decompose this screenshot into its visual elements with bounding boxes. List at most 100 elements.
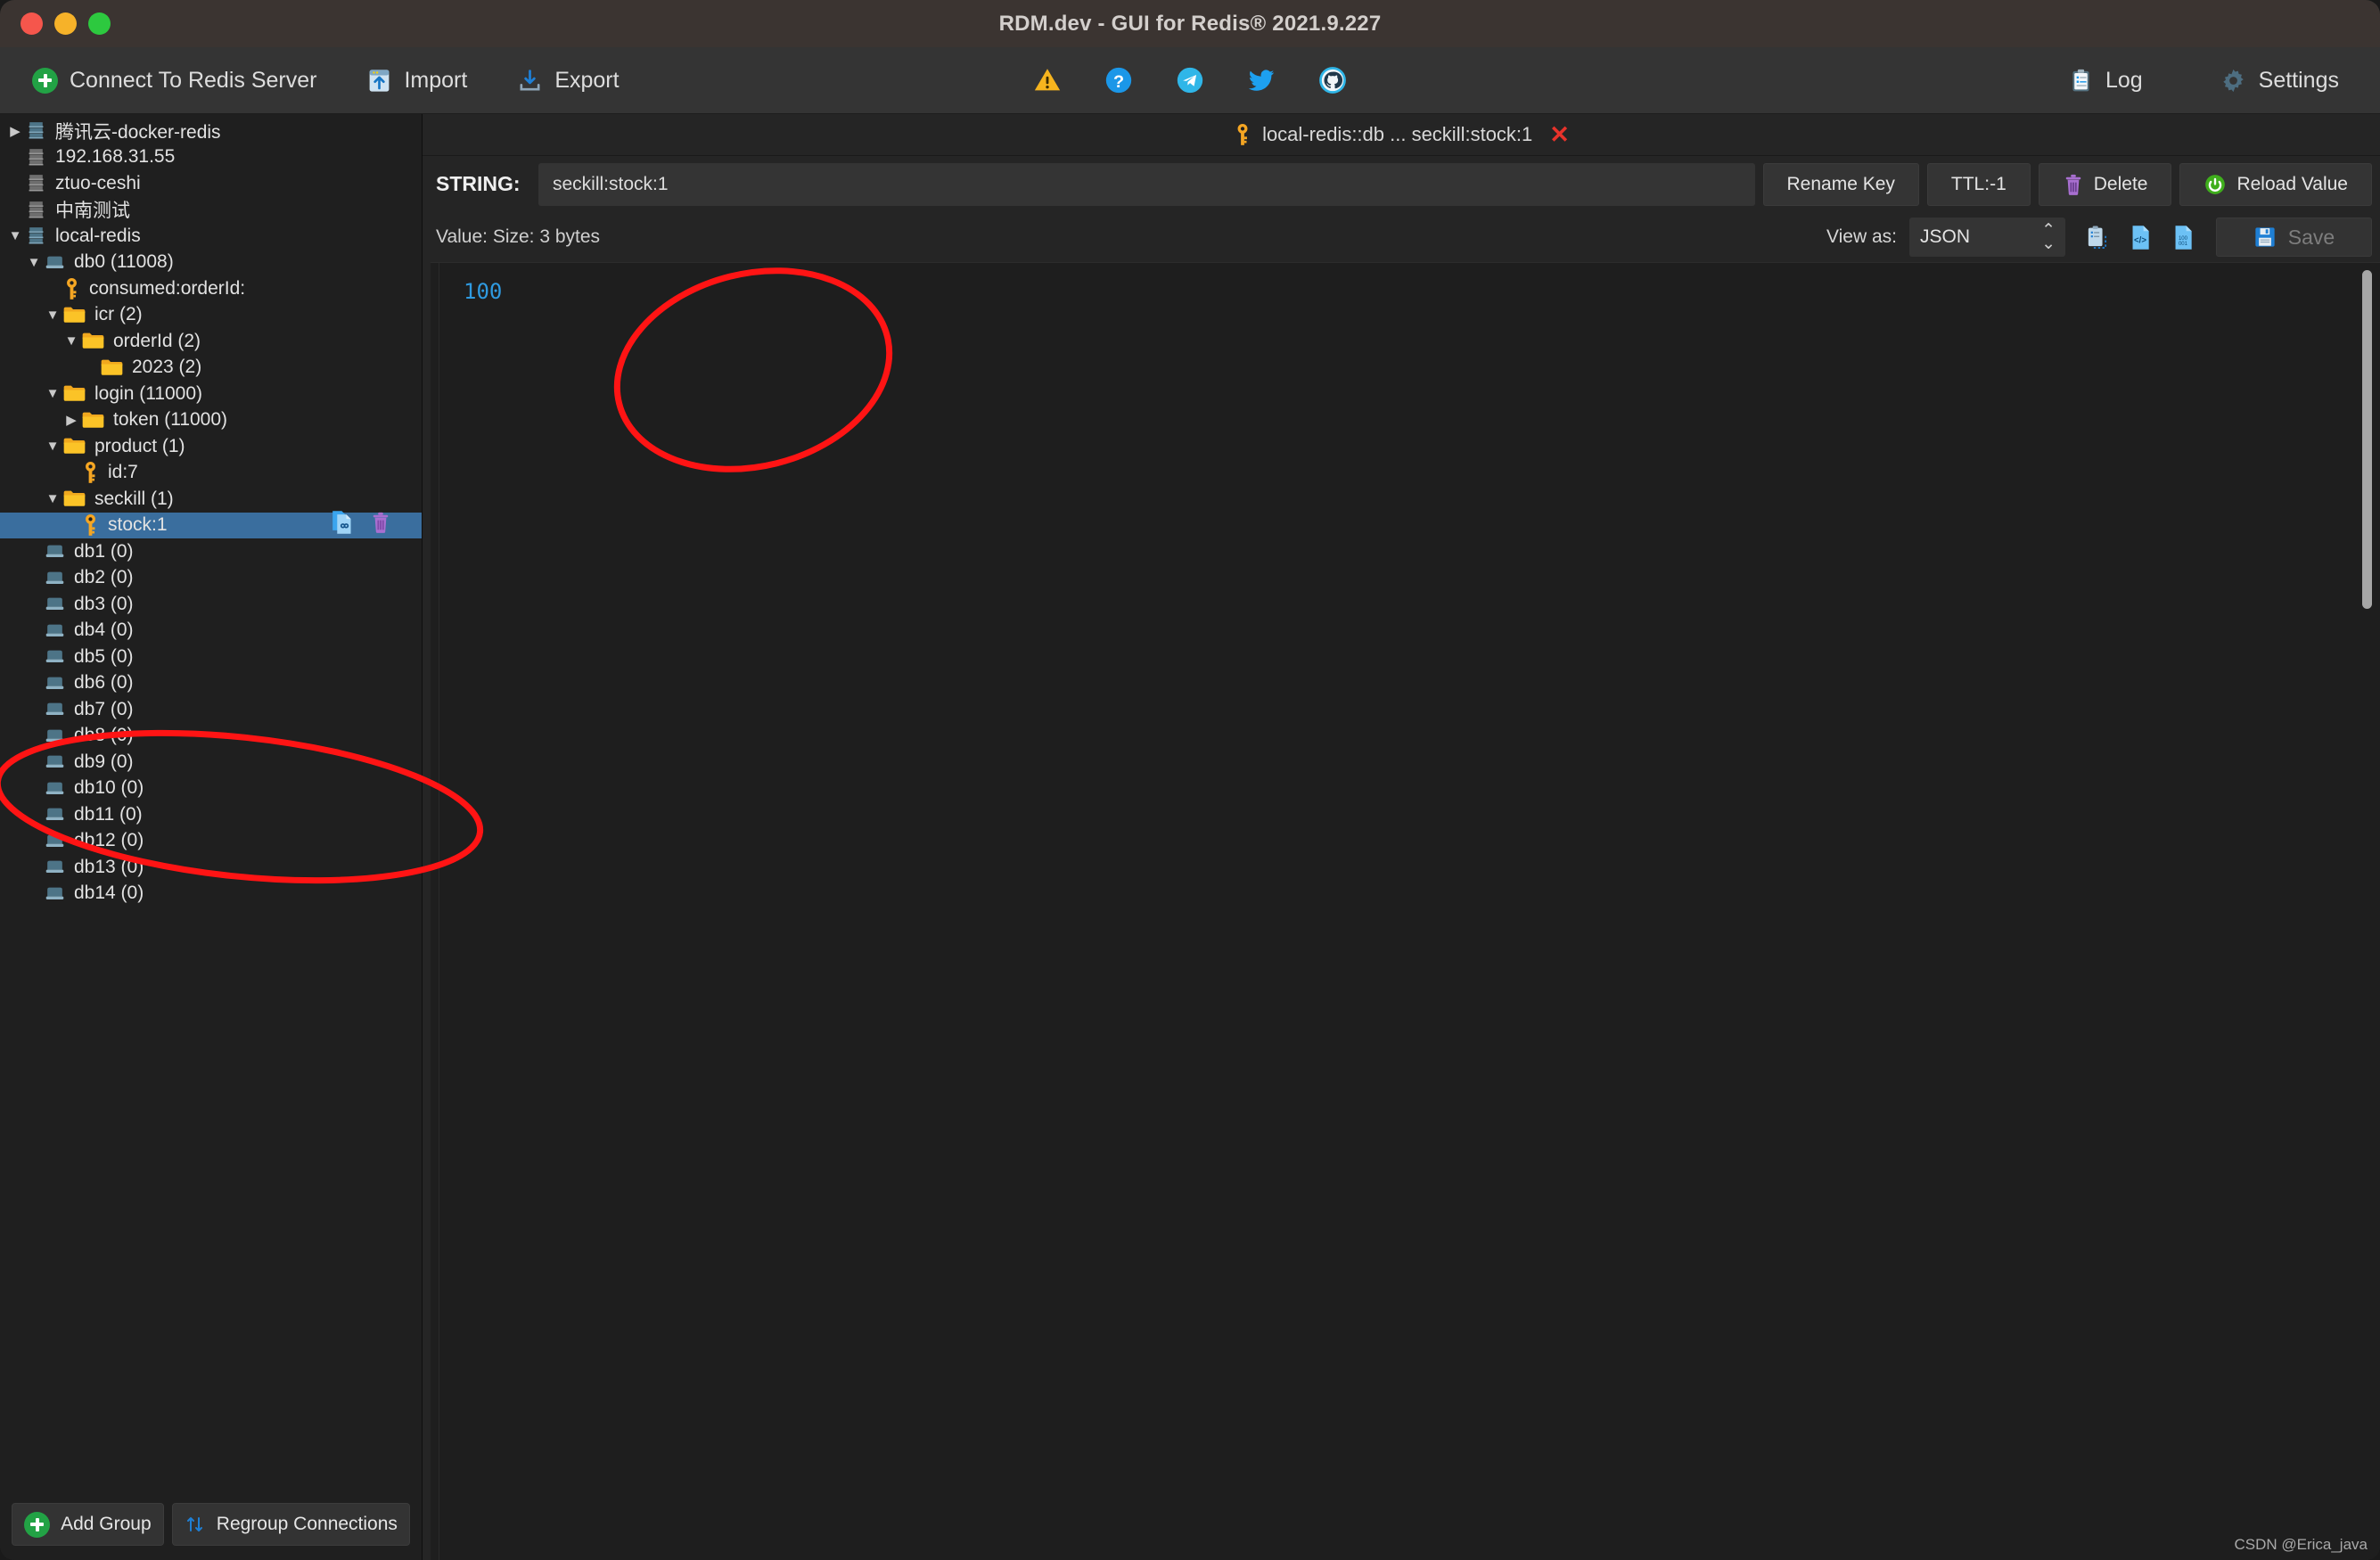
zoom-button[interactable]: [88, 12, 111, 35]
tree-row-label: db11 (0): [74, 804, 143, 825]
database-icon: [44, 728, 66, 743]
tree-row[interactable]: ztuo-ceshi: [0, 170, 422, 197]
tree-row[interactable]: ▼ login (11000): [0, 381, 422, 407]
chevron-right-icon[interactable]: ▶: [5, 123, 25, 139]
tree-row[interactable]: ▼ product (1): [0, 433, 422, 460]
key-name-input[interactable]: [538, 163, 1755, 206]
rename-key-button[interactable]: Rename Key: [1763, 163, 1919, 206]
chevron-down-icon[interactable]: ▼: [43, 491, 62, 506]
tree-row[interactable]: db13 (0): [0, 854, 422, 881]
tree-row[interactable]: 中南测试: [0, 197, 422, 224]
tree-row[interactable]: ▼ icr (2): [0, 302, 422, 329]
chevron-down-icon[interactable]: ▼: [5, 228, 25, 243]
tree-row[interactable]: stock:1: [0, 513, 422, 539]
chevron-down-icon[interactable]: ▼: [43, 386, 62, 401]
tree-row[interactable]: ▼ db0 (11008): [0, 250, 422, 276]
connections-sidebar: ▶ 腾讯云-docker-redis 192.168.31.55 ztuo-ce…: [0, 114, 423, 1560]
import-button[interactable]: Import: [341, 68, 492, 94]
tree-row[interactable]: db6 (0): [0, 670, 422, 697]
warning-icon[interactable]: [1032, 65, 1063, 95]
app-window: RDM.dev - GUI for Redis® 2021.9.227 Conn…: [0, 0, 2380, 1560]
view-as-select[interactable]: JSON ⌃ ⌄: [1909, 218, 2065, 257]
tree-row-label: seckill (1): [94, 489, 174, 510]
tree-row[interactable]: db7 (0): [0, 696, 422, 723]
value-editor[interactable]: 100 CSDN @Erica_java: [431, 262, 2380, 1560]
paste-clipboard-icon[interactable]: [2085, 225, 2109, 250]
telegram-icon[interactable]: [1175, 65, 1205, 95]
tree-row-label: 腾讯云-docker-redis: [55, 118, 221, 144]
delete-key-button[interactable]: Delete: [2039, 163, 2172, 206]
value-scrollbar[interactable]: [2362, 270, 2372, 609]
twitter-icon[interactable]: [1246, 65, 1276, 95]
database-icon: [44, 754, 66, 769]
tree-row[interactable]: db4 (0): [0, 618, 422, 645]
view-code-icon[interactable]: </>: [2129, 225, 2152, 250]
close-icon[interactable]: ✕: [1549, 123, 1570, 147]
tree-row[interactable]: id:7: [0, 460, 422, 487]
export-icon: [517, 68, 543, 94]
tree-row-label: db0 (11008): [74, 251, 174, 273]
database-icon: [44, 676, 66, 691]
reload-label: Reload Value: [2236, 174, 2348, 195]
tree-row[interactable]: db8 (0): [0, 723, 422, 750]
database-icon: [44, 807, 66, 822]
add-group-label: Add Group: [61, 1514, 152, 1535]
tree-row[interactable]: db12 (0): [0, 828, 422, 855]
server-icon: [25, 119, 47, 142]
tree-row[interactable]: ▶ 腾讯云-docker-redis: [0, 118, 422, 144]
tree-row[interactable]: ▼ orderId (2): [0, 328, 422, 355]
tree-row[interactable]: ▼ local-redis: [0, 223, 422, 250]
tree-row[interactable]: db9 (0): [0, 749, 422, 776]
window-controls: [0, 12, 111, 35]
tree-row[interactable]: 192.168.31.55: [0, 144, 422, 171]
chevron-down-icon[interactable]: ▼: [62, 333, 81, 349]
tree-row[interactable]: consumed:orderId:: [0, 275, 422, 302]
export-button[interactable]: Export: [492, 68, 644, 94]
key-toolbar: STRING: Rename Key TTL:-1: [423, 156, 2380, 212]
tree-row[interactable]: ▶ token (11000): [0, 407, 422, 434]
chevron-right-icon[interactable]: ▶: [62, 412, 81, 428]
tree-row-label: db13 (0): [74, 857, 144, 878]
connect-to-redis-server-button[interactable]: Connect To Redis Server: [7, 68, 341, 94]
chevron-down-icon[interactable]: ▼: [43, 439, 62, 454]
ttl-button[interactable]: TTL:-1: [1927, 163, 2031, 206]
github-icon[interactable]: [1317, 65, 1348, 95]
stepper-icon[interactable]: ⌃ ⌄: [2041, 225, 2056, 250]
settings-button[interactable]: Settings: [2195, 47, 2364, 113]
reload-value-button[interactable]: Reload Value: [2179, 163, 2372, 206]
view-binary-icon[interactable]: 100 001: [2171, 225, 2195, 250]
tree-row[interactable]: db1 (0): [0, 538, 422, 565]
add-group-button[interactable]: Add Group: [12, 1503, 164, 1546]
tree-row-label: db14 (0): [74, 883, 144, 904]
regroup-connections-button[interactable]: Regroup Connections: [172, 1503, 410, 1546]
settings-label: Settings: [2259, 68, 2339, 94]
close-button[interactable]: [21, 12, 43, 35]
tab-key-stock[interactable]: local-redis::db ... seckill:stock:1 ✕: [1224, 123, 1579, 147]
tree-row[interactable]: ▼ seckill (1): [0, 486, 422, 513]
connections-tree[interactable]: ▶ 腾讯云-docker-redis 192.168.31.55 ztuo-ce…: [0, 114, 422, 1498]
folder-icon: [62, 437, 86, 456]
regroup-label: Regroup Connections: [217, 1514, 398, 1535]
chevron-down-icon[interactable]: ▼: [43, 308, 62, 323]
key-icon: [1233, 123, 1252, 146]
tree-row[interactable]: db10 (0): [0, 776, 422, 802]
tree-row[interactable]: db11 (0): [0, 801, 422, 828]
tree-row[interactable]: db5 (0): [0, 644, 422, 670]
chevron-down-icon[interactable]: ▼: [24, 255, 44, 270]
floppy-save-icon: [2253, 226, 2277, 249]
tree-row[interactable]: 2023 (2): [0, 355, 422, 382]
tree-row[interactable]: db2 (0): [0, 565, 422, 592]
minimize-button[interactable]: [54, 12, 77, 35]
help-icon[interactable]: ?: [1104, 65, 1134, 95]
save-button[interactable]: Save: [2216, 218, 2372, 257]
delete-key-button[interactable]: [370, 511, 391, 539]
tree-row-label: token (11000): [113, 409, 227, 431]
database-icon: [44, 544, 66, 559]
log-button[interactable]: Log: [2043, 47, 2168, 113]
key-icon: [81, 513, 100, 537]
database-icon: [44, 702, 66, 717]
tree-row[interactable]: db14 (0): [0, 881, 422, 907]
tree-row[interactable]: db3 (0): [0, 591, 422, 618]
copy-key-button[interactable]: [331, 510, 354, 540]
tree-row-label: db1 (0): [74, 541, 134, 562]
